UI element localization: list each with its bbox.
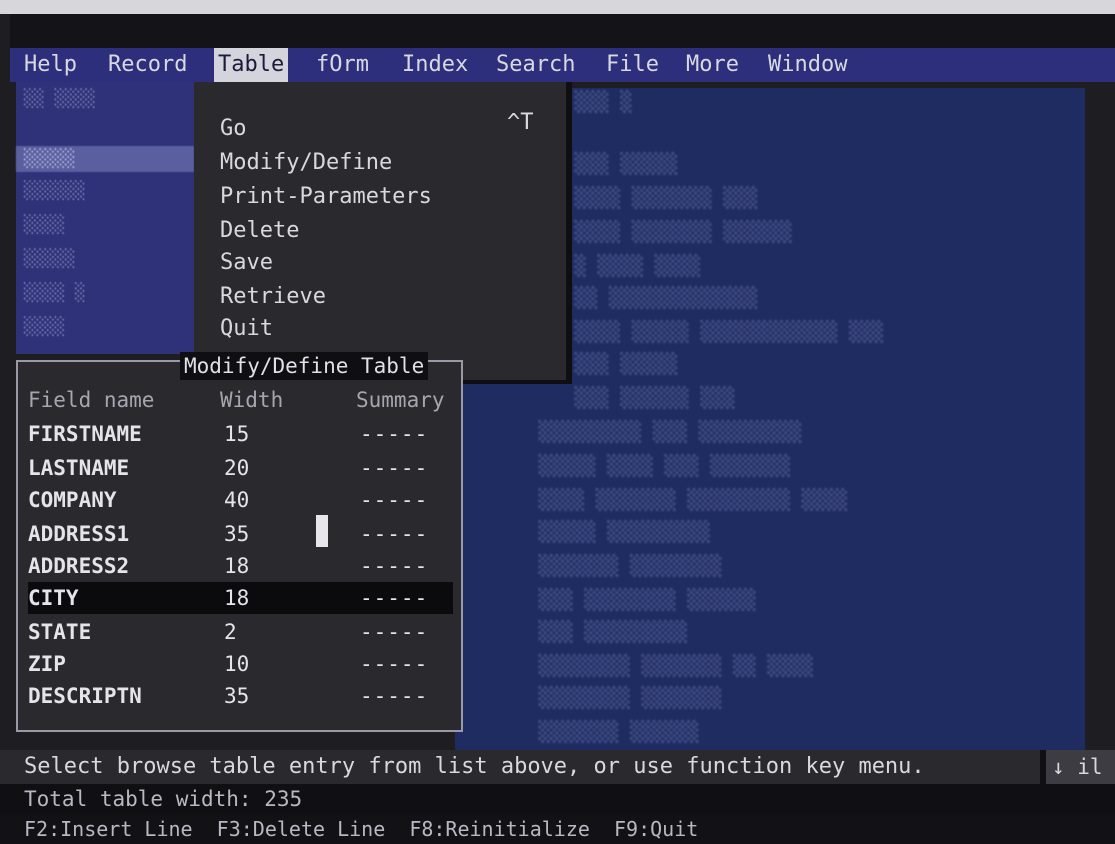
blurred-row: ░░░ ░░░░░░░░░ bbox=[539, 621, 688, 643]
menu-bar: Help Record Table fOrm Index Search File… bbox=[10, 48, 1115, 82]
menu-window[interactable]: Window bbox=[768, 48, 847, 82]
header-width: Width bbox=[220, 388, 284, 412]
menu-option-print-parameters[interactable]: Print-Parameters bbox=[220, 180, 432, 214]
menu-option-retrieve[interactable]: Retrieve bbox=[220, 280, 326, 314]
header-field-name: Field name bbox=[28, 388, 155, 412]
table-row[interactable]: DESCRIPTN 35 ----- bbox=[28, 680, 453, 712]
field-width: 20 bbox=[224, 456, 250, 480]
status-indicator: ↓ il bbox=[1040, 750, 1115, 784]
field-name: COMPANY bbox=[28, 488, 117, 512]
field-summary: ----- bbox=[360, 456, 429, 480]
menu-index[interactable]: Index bbox=[402, 48, 468, 82]
field-summary: ----- bbox=[360, 522, 429, 546]
field-width: 18 bbox=[224, 554, 250, 578]
menu-search[interactable]: Search bbox=[496, 48, 575, 82]
blurred-row: ░░░░ bbox=[24, 317, 65, 337]
field-name: ZIP bbox=[28, 652, 66, 676]
field-summary: ----- bbox=[360, 422, 429, 446]
field-summary: ----- bbox=[360, 586, 429, 610]
blurred-row: ░░░░░░░░░ ░░░ ░░░░░░░░░ bbox=[539, 421, 803, 443]
menu-option-delete[interactable]: Delete bbox=[220, 214, 299, 248]
menu-table[interactable]: Table bbox=[214, 48, 289, 82]
blurred-row: ░ ░░░░ ░░░░ bbox=[575, 255, 701, 277]
menu-option-modify-define[interactable]: Modify/Define bbox=[220, 146, 392, 180]
blurred-row: ░░░░░░░ ░░░░░░░░ bbox=[539, 555, 723, 577]
total-table-width: Total table width: 235 bbox=[24, 787, 303, 811]
field-name: LASTNAME bbox=[28, 456, 130, 480]
background-field-list: ░░ ░░░░ ░░░░░ ░░░░░░ ░░░░ ░░░░░ ░░░░ ░ ░… bbox=[16, 82, 194, 354]
field-summary: ----- bbox=[360, 684, 429, 708]
dialog-title: Modify/Define Table bbox=[180, 352, 429, 380]
modify-define-table-dialog: Field name Width Summary FIRSTNAME 15 --… bbox=[16, 360, 463, 732]
field-width: 40 bbox=[224, 488, 250, 512]
field-summary: ----- bbox=[360, 488, 429, 512]
blurred-row: ░░░ ░░░░░░ ░░░ bbox=[575, 387, 736, 409]
blurred-row: ░░░░░░░░ ░░░░░░░ ░░ ░░░░ bbox=[539, 655, 814, 677]
go-shortcut: ^T bbox=[507, 110, 534, 135]
menu-option-go[interactable]: Go bbox=[220, 112, 247, 146]
blurred-row: ░░░░░░ bbox=[24, 181, 86, 201]
field-width: 10 bbox=[224, 652, 250, 676]
field-summary: ----- bbox=[360, 652, 429, 676]
field-summary: ----- bbox=[360, 620, 429, 644]
table-row[interactable]: FIRSTNAME 15 ----- bbox=[28, 418, 453, 450]
field-width: 35 bbox=[224, 684, 250, 708]
table-row[interactable]: ZIP 10 ----- bbox=[28, 648, 453, 680]
menu-form[interactable]: fOrm bbox=[316, 48, 369, 82]
field-name: ADDRESS1 bbox=[28, 522, 130, 546]
menu-more[interactable]: More bbox=[686, 48, 739, 82]
blurred-row: ░░░░ ░ bbox=[24, 283, 86, 303]
info-line: Total table width: 235 bbox=[0, 784, 1115, 814]
blurred-row: ░░░ ░░░░░ bbox=[575, 353, 678, 375]
menu-help[interactable]: Help bbox=[24, 48, 77, 82]
blurred-row: ░░░░ ░░░░░░░ ░░░░░░░░░ ░░░░ bbox=[539, 489, 848, 511]
field-width: 2 bbox=[224, 620, 237, 644]
menu-option-save[interactable]: Save bbox=[220, 246, 273, 280]
top-bar bbox=[10, 14, 1115, 48]
table-row[interactable]: LASTNAME 20 ----- bbox=[28, 452, 453, 484]
menu-record[interactable]: Record bbox=[108, 48, 187, 82]
field-name: FIRSTNAME bbox=[28, 422, 142, 446]
text-cursor bbox=[316, 515, 328, 547]
header-summary: Summary bbox=[356, 388, 445, 412]
function-key-labels[interactable]: F2:Insert Line F3:Delete Line F8:Reiniti… bbox=[24, 814, 698, 844]
blurred-row: ░░░ ░░░░░░░░ ░░░░░░ bbox=[539, 589, 757, 611]
blurred-row: ░░░░ ░░░░░ ░░░░░░░░░░░░ ░░░ bbox=[575, 321, 884, 343]
field-name: ADDRESS2 bbox=[28, 554, 130, 578]
field-width: 15 bbox=[224, 422, 250, 446]
table-dropdown-menu: Go ^T Modify/Define Print-Parameters Del… bbox=[194, 82, 572, 384]
blurred-row: ░░ ░░░░░░░░░░░░░ bbox=[575, 287, 759, 309]
blurred-row: ░░░░░ bbox=[16, 146, 194, 172]
menu-option-quit[interactable]: Quit bbox=[220, 312, 273, 346]
blurred-row: ░░░░░ ░░░░░░░░░ bbox=[539, 521, 711, 543]
field-name: CITY bbox=[28, 586, 79, 610]
blurred-row: ░░░░ ░░░░░░░ ░░░ bbox=[575, 187, 759, 209]
table-row[interactable]: ADDRESS1 35 ----- bbox=[28, 518, 453, 550]
message-line: Select browse table entry from list abov… bbox=[0, 750, 1115, 784]
field-name: DESCRIPTN bbox=[28, 684, 142, 708]
field-name: STATE bbox=[28, 620, 92, 644]
menu-file[interactable]: File bbox=[606, 48, 659, 82]
field-width: 18 bbox=[224, 586, 250, 610]
blurred-row: ░░░░ bbox=[24, 215, 65, 235]
status-message: Select browse table entry from list abov… bbox=[24, 754, 925, 779]
table-row[interactable]: ADDRESS2 18 ----- bbox=[28, 550, 453, 582]
blurred-row: ░░ ░░░░ bbox=[24, 89, 96, 109]
blurred-row: ░░░░░ ░░░░ ░░░ ░░░░░░░ bbox=[539, 455, 791, 477]
function-key-bar: F2:Insert Line F3:Delete Line F8:Reiniti… bbox=[0, 814, 1115, 844]
blurred-row: ░░░░░░░░ ░░░░░░░ bbox=[539, 687, 723, 709]
table-row-selected[interactable]: CITY 18 ----- bbox=[28, 582, 453, 614]
blurred-row: ░░░ ░ bbox=[575, 91, 633, 113]
blurred-row: ░░░░ ░░░░░░░ ░░░░░░ bbox=[575, 221, 793, 243]
blurred-row: ░░░ ░░░░░ bbox=[575, 153, 678, 175]
blurred-row: ░░░░░░░ ░░░░░░ bbox=[539, 721, 700, 743]
field-summary: ----- bbox=[360, 554, 429, 578]
blurred-row: ░░░░░ bbox=[24, 249, 76, 269]
table-row[interactable]: COMPANY 40 ----- bbox=[28, 484, 453, 516]
field-width: 35 bbox=[224, 522, 250, 546]
table-row[interactable]: STATE 2 ----- bbox=[28, 616, 453, 648]
screen-bezel bbox=[0, 0, 1115, 14]
